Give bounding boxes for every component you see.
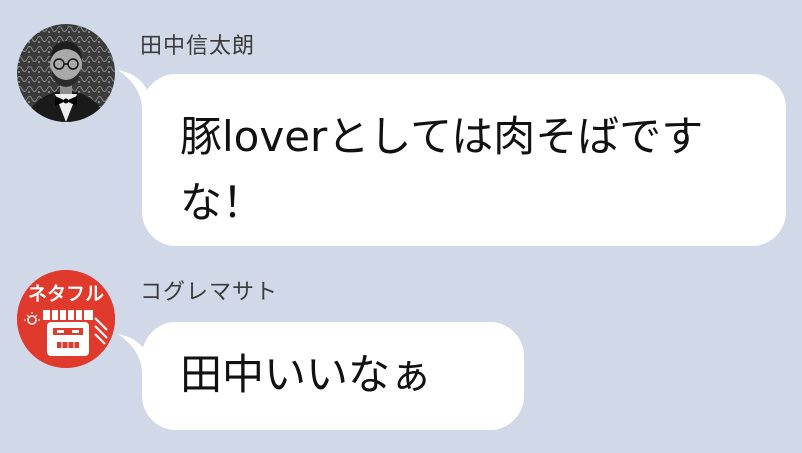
sender-name: 田中信太朗 bbox=[140, 34, 256, 59]
avatar-tanaka[interactable] bbox=[17, 24, 115, 122]
bearded-man-bowtie-photo-icon bbox=[17, 24, 115, 122]
avatar-logo-text: ネタフル bbox=[28, 283, 104, 305]
netafull-logo-icon: ネタフル bbox=[17, 270, 115, 368]
message-bubble[interactable]: 豚loverとしては肉そばですな！ bbox=[142, 74, 786, 246]
chat-message-2: ネタフル コグレマサト 田中いいなぁ bbox=[0, 250, 802, 453]
chat-message-1: 田中信太朗 豚loverとしては肉そばですな！ bbox=[0, 0, 802, 250]
sender-name: コグレマサト bbox=[140, 280, 279, 305]
message-text: 田中いいなぁ bbox=[180, 350, 433, 399]
message-bubble[interactable]: 田中いいなぁ bbox=[142, 322, 524, 430]
avatar-kogure[interactable]: ネタフル bbox=[17, 270, 115, 368]
message-text: 豚loverとしては肉そばですな！ bbox=[180, 112, 704, 227]
